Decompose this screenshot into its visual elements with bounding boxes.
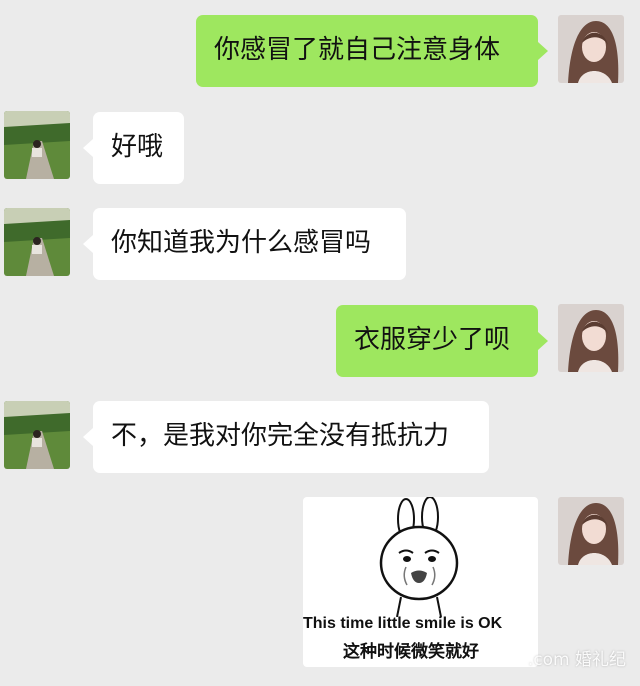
avatar-landscape-icon xyxy=(4,208,70,276)
avatar-girl-icon xyxy=(558,497,624,565)
bunny-smile-sticker-icon xyxy=(379,497,459,617)
avatar-landscape-icon xyxy=(4,401,70,469)
bubble-tail xyxy=(83,139,93,157)
avatar-me[interactable] xyxy=(558,497,624,565)
message-bubble-received[interactable]: 不，是我对你完全没有抵抗力 xyxy=(93,401,489,473)
message-bubble-received[interactable]: 好哦 xyxy=(93,112,184,184)
bubble-tail xyxy=(538,332,548,350)
bubble-tail xyxy=(538,42,548,60)
avatar-contact[interactable] xyxy=(4,401,70,469)
message-text: 你知道我为什么感冒吗 xyxy=(111,228,372,258)
message-bubble-sent[interactable]: 衣服穿少了呗 xyxy=(336,305,538,377)
avatar-girl-icon xyxy=(558,15,624,83)
avatar-me[interactable] xyxy=(558,304,624,372)
message-bubble-sent[interactable]: 你感冒了就自己注意身体 xyxy=(196,15,538,87)
message-text: 不，是我对你完全没有抵抗力 xyxy=(111,421,450,451)
avatar-contact[interactable] xyxy=(4,111,70,179)
avatar-landscape-icon xyxy=(4,111,70,179)
sticker-caption-chinese: 这种时候微笑就好 xyxy=(343,642,479,662)
message-text: 你感冒了就自己注意身体 xyxy=(214,35,501,65)
watermark: .com 婚礼纪 xyxy=(527,650,626,670)
avatar-girl-icon xyxy=(558,304,624,372)
sticker-caption-english: This time little smile is OK xyxy=(303,615,503,632)
message-bubble-received[interactable]: 你知道我为什么感冒吗 xyxy=(93,208,406,280)
sticker-message[interactable]: This time little smile is OK 这种时候微笑就好 xyxy=(303,497,538,667)
message-text: 好哦 xyxy=(111,132,164,162)
bubble-tail xyxy=(83,428,93,446)
message-text: 衣服穿少了呗 xyxy=(354,325,511,355)
avatar-me[interactable] xyxy=(558,15,624,83)
avatar-contact[interactable] xyxy=(4,208,70,276)
bubble-tail xyxy=(83,235,93,253)
